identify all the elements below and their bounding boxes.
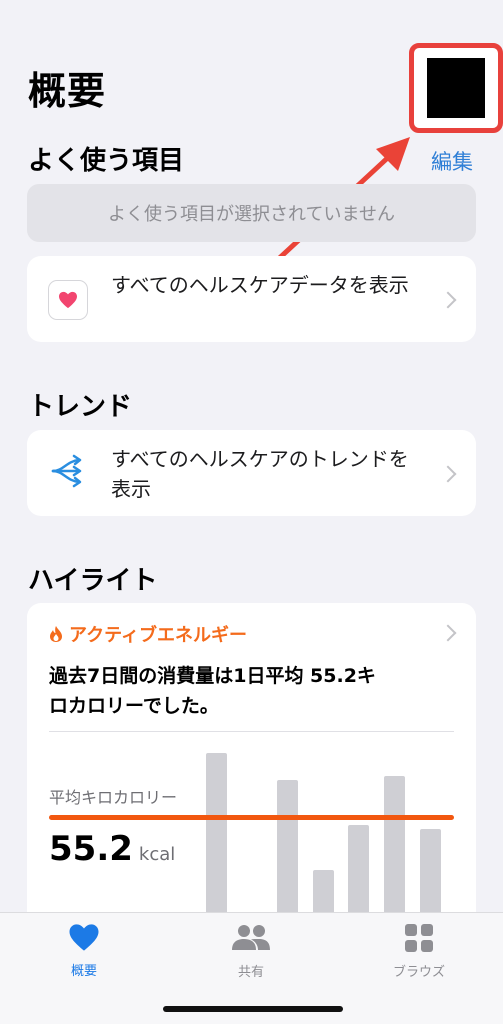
highlights-title: ハイライト (28, 566, 158, 596)
show-all-health-data-label: すべてのヘルスケアデータを表示 (111, 273, 409, 297)
average-kcal-value: 55.2 kcal (49, 829, 175, 869)
heart-icon (59, 291, 77, 309)
average-kcal-label: 平均キロカロリー (49, 788, 178, 807)
home-indicator (163, 1006, 343, 1012)
edit-button[interactable]: 編集 (431, 146, 473, 176)
chevron-right-icon (439, 291, 457, 309)
energy-bar (206, 753, 227, 933)
tab-summary[interactable]: 概要 (34, 923, 134, 979)
tab-browse-label: ブラウズ (392, 965, 445, 980)
active-energy-highlight-card[interactable]: アクティブエネルギー 過去7日間の消費量は1日平均 55.2キロカロリーでした。… (27, 603, 476, 933)
tab-sharing-label: 共有 (237, 965, 264, 980)
flame-icon (50, 626, 62, 642)
highlight-summary: 過去7日間の消費量は1日平均 55.2キロカロリーでした。 (49, 665, 376, 717)
tab-summary-label: 概要 (70, 964, 97, 979)
active-energy-header: アクティブエネルギー (49, 621, 247, 647)
show-all-trends-button[interactable]: すべてのヘルスケアのトレンドを表示 (27, 430, 476, 516)
chevron-right-icon (439, 624, 457, 642)
divider (49, 731, 454, 732)
avatar[interactable] (427, 58, 485, 118)
average-value-number: 55.2 (49, 829, 133, 869)
health-app-icon (48, 280, 88, 320)
page-title: 概要 (28, 69, 107, 113)
heart-icon (69, 924, 99, 951)
chevron-right-icon (439, 465, 457, 483)
energy-bar (277, 780, 298, 933)
tab-browse[interactable]: ブラウズ (369, 923, 469, 980)
energy-bar (384, 776, 405, 933)
trends-title: トレンド (28, 392, 133, 422)
tab-sharing[interactable]: 共有 (201, 923, 301, 980)
profile-highlight-box (409, 43, 503, 133)
grid-icon (405, 924, 433, 952)
average-value-unit: kcal (138, 844, 176, 865)
people-icon (232, 925, 270, 950)
show-all-trends-label: すべてのヘルスケアのトレンドを表示 (111, 447, 409, 501)
favorites-empty-message: よく使う項目が選択されていません (27, 184, 476, 242)
average-line (49, 815, 454, 820)
active-energy-label: アクティブエネルギー (69, 625, 248, 646)
trend-icon (51, 454, 82, 488)
favorites-title: よく使う項目 (28, 146, 185, 176)
show-all-health-data-button[interactable]: すべてのヘルスケアデータを表示 (27, 256, 476, 342)
